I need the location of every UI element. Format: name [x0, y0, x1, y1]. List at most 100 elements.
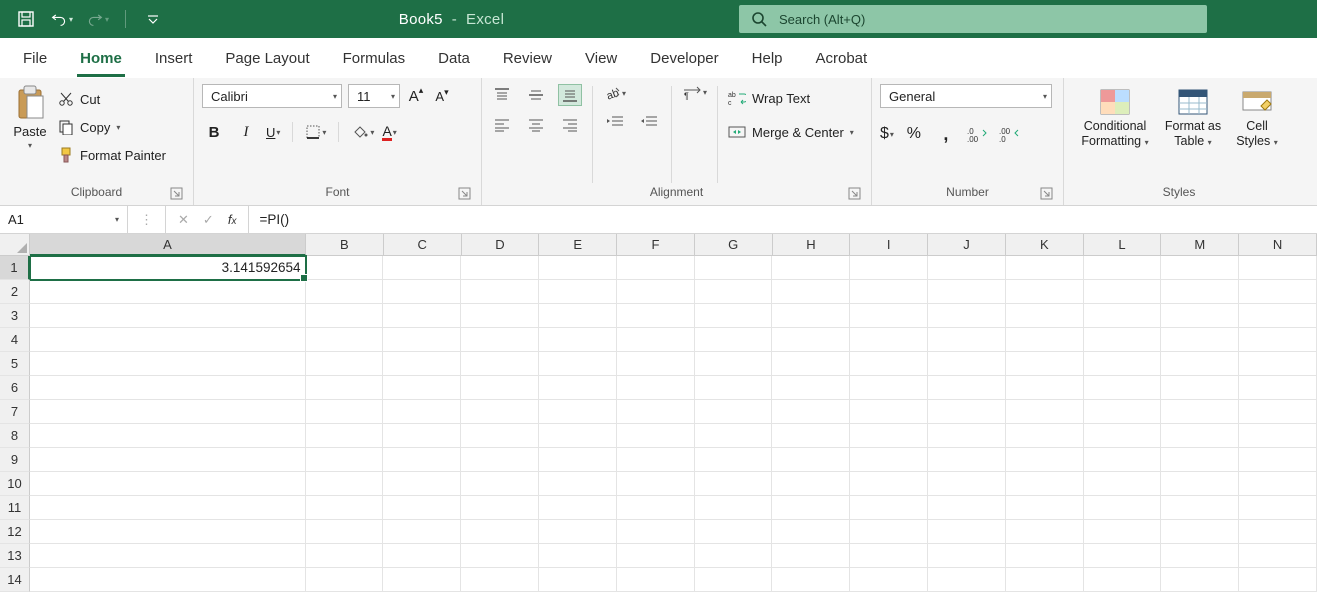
cell-M11[interactable]	[1161, 496, 1239, 520]
cell-B11[interactable]	[306, 496, 384, 520]
col-header-F[interactable]: F	[617, 234, 695, 256]
cell-K3[interactable]	[1006, 304, 1084, 328]
cell-D11[interactable]	[461, 496, 539, 520]
dialog-launcher-icon[interactable]	[848, 187, 861, 200]
cell-H2[interactable]	[772, 280, 850, 304]
save-icon[interactable]	[15, 8, 37, 30]
cell-H14[interactable]	[772, 568, 850, 592]
accounting-format-button[interactable]: $▾	[880, 125, 894, 143]
cell-I4[interactable]	[850, 328, 928, 352]
cell-D1[interactable]	[461, 256, 539, 280]
cell-D5[interactable]	[461, 352, 539, 376]
cell-J3[interactable]	[928, 304, 1006, 328]
col-header-J[interactable]: J	[928, 234, 1006, 256]
cell-B5[interactable]	[306, 352, 384, 376]
cell-D6[interactable]	[461, 376, 539, 400]
cell-M8[interactable]	[1161, 424, 1239, 448]
cell-E8[interactable]	[539, 424, 617, 448]
cell-D12[interactable]	[461, 520, 539, 544]
cell-H3[interactable]	[772, 304, 850, 328]
cell-N1[interactable]	[1239, 256, 1317, 280]
row-header-7[interactable]: 7	[0, 400, 30, 424]
col-header-N[interactable]: N	[1239, 234, 1317, 256]
col-header-K[interactable]: K	[1006, 234, 1084, 256]
percent-button[interactable]: %	[902, 122, 926, 146]
cell-C5[interactable]	[383, 352, 461, 376]
align-bottom-button[interactable]	[558, 84, 582, 106]
cell-A2[interactable]	[30, 280, 306, 304]
tab-formulas[interactable]: Formulas	[340, 41, 409, 77]
cell-G11[interactable]	[695, 496, 773, 520]
cell-K2[interactable]	[1006, 280, 1084, 304]
cell-M13[interactable]	[1161, 544, 1239, 568]
copy-button[interactable]: Copy ▾	[58, 116, 166, 138]
cell-C9[interactable]	[383, 448, 461, 472]
cell-J8[interactable]	[928, 424, 1006, 448]
name-box-expand[interactable]: ⋮	[128, 206, 166, 233]
cut-button[interactable]: Cut	[58, 88, 166, 110]
cell-A11[interactable]	[30, 496, 306, 520]
row-header-1[interactable]: 1	[0, 256, 30, 280]
cell-H1[interactable]	[772, 256, 850, 280]
cell-C13[interactable]	[383, 544, 461, 568]
dialog-launcher-icon[interactable]	[1040, 187, 1053, 200]
cell-A12[interactable]	[30, 520, 306, 544]
align-center-button[interactable]	[524, 114, 548, 136]
cell-L1[interactable]	[1084, 256, 1162, 280]
col-header-L[interactable]: L	[1084, 234, 1162, 256]
cell-J10[interactable]	[928, 472, 1006, 496]
cell-E6[interactable]	[539, 376, 617, 400]
tab-file[interactable]: File	[20, 41, 50, 77]
cell-E1[interactable]	[539, 256, 617, 280]
cell-D13[interactable]	[461, 544, 539, 568]
search-box[interactable]: Search (Alt+Q)	[739, 5, 1207, 33]
cell-G6[interactable]	[695, 376, 773, 400]
cell-C3[interactable]	[383, 304, 461, 328]
cell-K9[interactable]	[1006, 448, 1084, 472]
cell-A6[interactable]	[30, 376, 306, 400]
cell-G12[interactable]	[695, 520, 773, 544]
cell-H11[interactable]	[772, 496, 850, 520]
borders-button[interactable]: ▾	[305, 124, 326, 140]
cell-N3[interactable]	[1239, 304, 1317, 328]
cell-L8[interactable]	[1084, 424, 1162, 448]
cell-N8[interactable]	[1239, 424, 1317, 448]
cell-I12[interactable]	[850, 520, 928, 544]
cell-B10[interactable]	[306, 472, 384, 496]
cell-J11[interactable]	[928, 496, 1006, 520]
cell-A3[interactable]	[30, 304, 306, 328]
cell-G10[interactable]	[695, 472, 773, 496]
cell-F5[interactable]	[617, 352, 695, 376]
cell-H6[interactable]	[772, 376, 850, 400]
cell-N4[interactable]	[1239, 328, 1317, 352]
increase-font-icon[interactable]: A▴	[406, 85, 426, 107]
cell-D14[interactable]	[461, 568, 539, 592]
cell-M6[interactable]	[1161, 376, 1239, 400]
row-header-2[interactable]: 2	[0, 280, 30, 304]
col-header-A[interactable]: A	[30, 234, 306, 256]
col-header-D[interactable]: D	[462, 234, 540, 256]
cell-C14[interactable]	[383, 568, 461, 592]
cell-E9[interactable]	[539, 448, 617, 472]
row-header-5[interactable]: 5	[0, 352, 30, 376]
cell-K11[interactable]	[1006, 496, 1084, 520]
cell-K14[interactable]	[1006, 568, 1084, 592]
cell-A7[interactable]	[30, 400, 306, 424]
cell-L10[interactable]	[1084, 472, 1162, 496]
cell-A5[interactable]	[30, 352, 306, 376]
cell-C10[interactable]	[383, 472, 461, 496]
cell-L11[interactable]	[1084, 496, 1162, 520]
cell-I7[interactable]	[850, 400, 928, 424]
row-header-13[interactable]: 13	[0, 544, 30, 568]
dialog-launcher-icon[interactable]	[170, 187, 183, 200]
cell-styles-button[interactable]: Cell Styles ▾	[1232, 84, 1282, 149]
cell-B12[interactable]	[306, 520, 384, 544]
cell-H8[interactable]	[772, 424, 850, 448]
cell-M10[interactable]	[1161, 472, 1239, 496]
cell-C1[interactable]	[383, 256, 461, 280]
cell-A4[interactable]	[30, 328, 306, 352]
paste-button[interactable]: Paste ▾	[8, 84, 52, 150]
cell-L4[interactable]	[1084, 328, 1162, 352]
cell-M1[interactable]	[1161, 256, 1239, 280]
select-all-corner[interactable]	[0, 234, 30, 256]
